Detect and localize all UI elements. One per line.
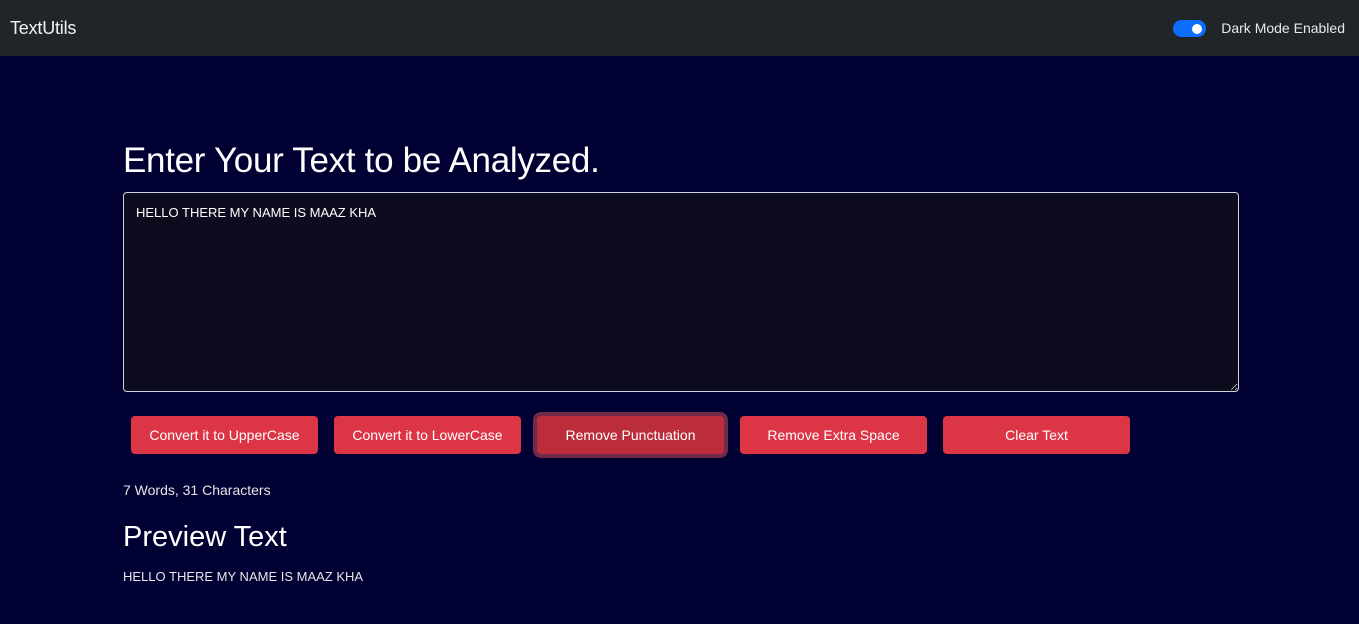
text-form: Enter Your Text to be Analyzed. HELLO TH… xyxy=(123,140,1239,392)
dark-mode-switch[interactable] xyxy=(1173,19,1207,37)
dark-mode-toggle[interactable]: Dark Mode Enabled xyxy=(1173,19,1345,37)
action-buttons: Convert it to UpperCase Convert it to Lo… xyxy=(131,416,1130,454)
brand-logo[interactable]: TextUtils xyxy=(10,18,76,39)
navbar: TextUtils Dark Mode Enabled xyxy=(0,0,1359,56)
page-title: Enter Your Text to be Analyzed. xyxy=(123,141,600,180)
remove-extra-space-button[interactable]: Remove Extra Space xyxy=(740,416,927,454)
text-summary: 7 Words, 31 Characters xyxy=(123,482,271,498)
switch-knob-icon xyxy=(1192,23,1203,34)
clear-text-button[interactable]: Clear Text xyxy=(943,416,1130,454)
lowercase-button[interactable]: Convert it to LowerCase xyxy=(334,416,521,454)
text-input[interactable]: HELLO THERE MY NAME IS MAAZ KHA xyxy=(123,192,1239,392)
uppercase-button[interactable]: Convert it to UpperCase xyxy=(131,416,318,454)
preview-heading: Preview Text xyxy=(123,521,287,553)
remove-punctuation-button[interactable]: Remove Punctuation xyxy=(537,416,724,454)
preview-text: HELLO THERE MY NAME IS MAAZ KHA xyxy=(123,569,364,584)
dark-mode-label[interactable]: Dark Mode Enabled xyxy=(1221,20,1345,36)
